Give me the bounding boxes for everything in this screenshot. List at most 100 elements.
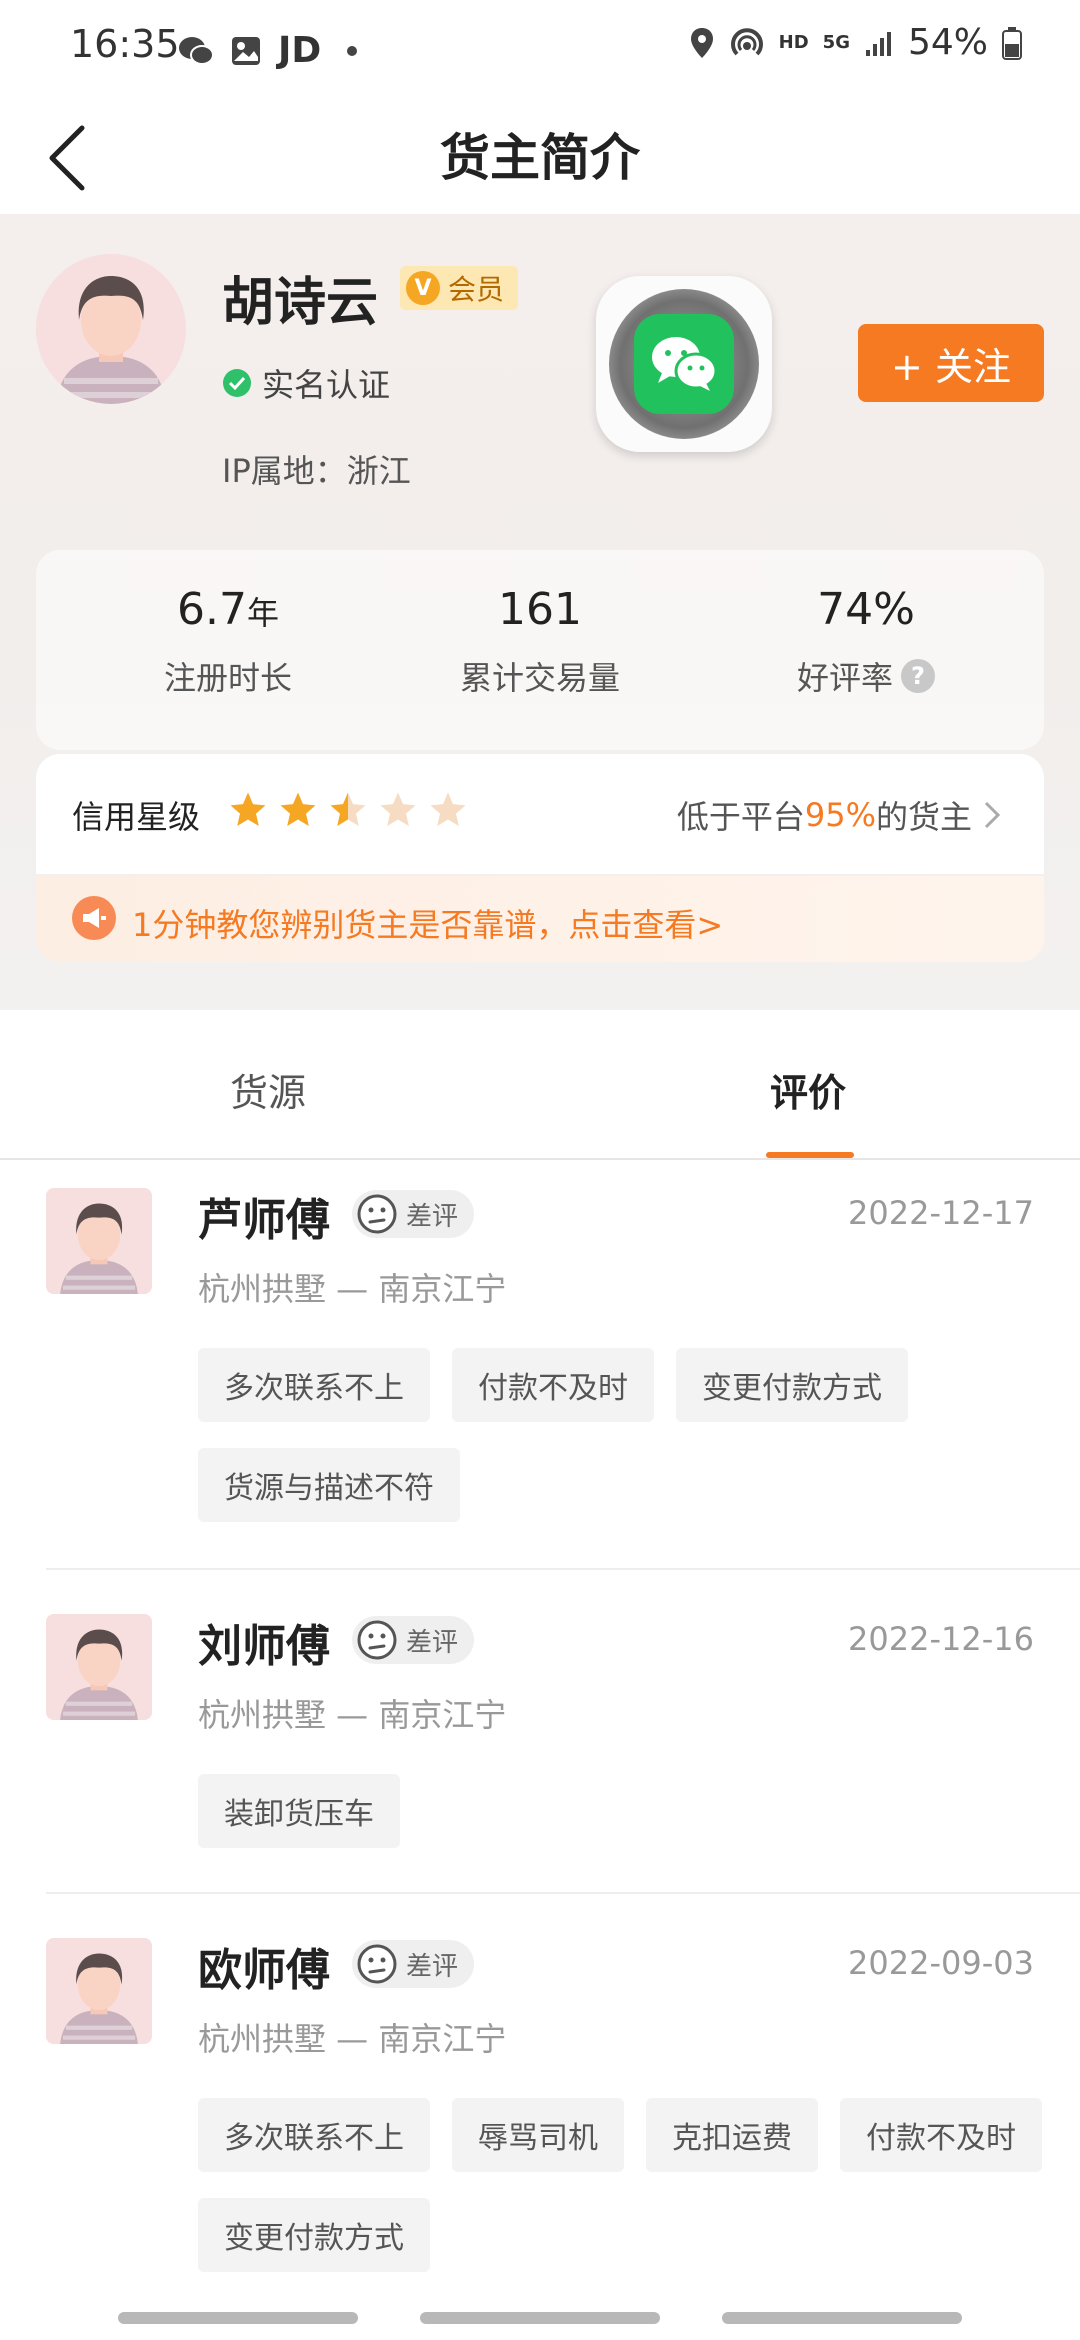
stat-label: 好评率 — [796, 659, 893, 697]
reviewer-avatar[interactable] — [46, 1614, 152, 1720]
reviewer-name: 芦师傅 — [198, 1195, 330, 1246]
status-time: 16:35 — [70, 22, 180, 66]
review-date: 2022-09-03 — [848, 1944, 1034, 1982]
review-divider — [46, 1892, 1080, 1894]
review-tags: 装卸货压车 — [198, 1774, 1048, 1848]
default-avatar-icon — [46, 1614, 152, 1720]
review-tag: 货源与描述不符 — [198, 1448, 460, 1522]
reviewer-avatar[interactable] — [46, 1938, 152, 2044]
chevron-right-icon — [984, 801, 1001, 829]
review-tag: 辱骂司机 — [452, 2098, 624, 2172]
vip-badge[interactable]: V 会员 — [400, 266, 519, 310]
review-route: 杭州拱墅 — 南京江宁 — [198, 1696, 507, 1734]
stat-value: 74% — [817, 584, 915, 635]
compare-suffix: 的货主 — [875, 798, 972, 836]
hd-indicator: HD — [778, 32, 809, 53]
verification-status: 实名认证 — [222, 360, 390, 406]
follow-button[interactable]: + 关注 — [858, 324, 1044, 402]
status-bar: 16:35 JD HD 5G 54% — [0, 0, 1080, 100]
network-type: 5G — [822, 32, 850, 53]
shipper-profile: 胡诗云 V 会员 实名认证 IP属地：浙江 + 关注 6.7年 注册时长 161… — [0, 214, 1080, 1010]
check-circle-icon — [223, 369, 251, 397]
megaphone-icon — [72, 896, 116, 940]
star-icon — [328, 790, 368, 834]
review-divider — [46, 1568, 1080, 1570]
review-tag: 变更付款方式 — [198, 2198, 430, 2272]
tab-bar: 货源 评价 — [0, 1010, 1080, 1160]
review-date: 2022-12-16 — [848, 1620, 1034, 1658]
wechat-notification-icon — [178, 35, 214, 67]
credit-rating-row[interactable]: 信用星级 低于平台 95% 的货主 — [36, 754, 1044, 874]
stats-card: 6.7年 注册时长 161 累计交易量 74% 好评率? — [36, 550, 1044, 750]
compare-prefix: 低于平台 — [676, 798, 805, 836]
signal-icon — [864, 28, 894, 58]
rating-badge: 差评 — [352, 1616, 475, 1664]
rating-badge-label: 差评 — [406, 1627, 459, 1658]
stat-positive-rate: 74% 好评率? — [716, 584, 1016, 699]
unhappy-face-icon — [357, 1620, 397, 1660]
default-avatar-icon — [46, 1938, 152, 2044]
verified-label: 实名认证 — [262, 366, 391, 404]
review-tags: 多次联系不上 辱骂司机 克扣运费 付款不及时变更付款方式 — [198, 2098, 1048, 2272]
unhappy-face-icon — [357, 1944, 397, 1984]
rating-badge-label: 差评 — [406, 1951, 459, 1982]
ip-location: IP属地：浙江 — [222, 452, 411, 490]
stat-registration: 6.7年 注册时长 — [78, 584, 378, 699]
review-tag: 多次联系不上 — [198, 2098, 430, 2172]
review-route: 杭州拱墅 — 南京江宁 — [198, 2020, 507, 2058]
rating-badge: 差评 — [352, 1940, 475, 1988]
stat-transactions: 161 累计交易量 — [390, 584, 690, 699]
stat-label: 注册时长 — [163, 659, 292, 697]
vip-label: 会员 — [448, 273, 505, 306]
rating-badge: 差评 — [352, 1190, 475, 1238]
back-nav-pill[interactable] — [722, 2312, 962, 2324]
location-icon — [689, 26, 715, 60]
default-avatar-icon — [46, 1188, 152, 1294]
stat-label: 累计交易量 — [459, 659, 620, 697]
wechat-contact-button[interactable] — [596, 276, 772, 452]
review-tag: 装卸货压车 — [198, 1774, 400, 1848]
review-tag: 克扣运费 — [646, 2098, 818, 2172]
tab-cargo-source[interactable]: 货源 — [230, 1062, 306, 1117]
default-avatar-icon — [36, 254, 186, 404]
review-tags: 多次联系不上 付款不及时 变更付款方式 货源与描述不符 — [198, 1348, 1048, 1522]
active-tab-indicator — [766, 1152, 854, 1158]
unhappy-face-icon — [357, 1194, 397, 1234]
battery-icon — [1002, 26, 1022, 60]
gallery-notification-icon — [230, 35, 262, 67]
system-nav-bar — [0, 2290, 1080, 2340]
hotspot-icon — [729, 26, 765, 60]
review-tag: 付款不及时 — [452, 1348, 654, 1422]
wechat-ring — [609, 289, 759, 439]
review-tag: 变更付款方式 — [676, 1348, 908, 1422]
battery-percent: 54% — [907, 22, 988, 63]
rating-badge-label: 差评 — [406, 1201, 459, 1232]
star-icon — [378, 790, 418, 834]
shipper-name: 胡诗云 — [222, 273, 379, 333]
review-route: 杭州拱墅 — 南京江宁 — [198, 1270, 507, 1308]
vip-crown-icon: V — [406, 271, 440, 305]
credit-label: 信用星级 — [72, 798, 201, 836]
star-rating — [228, 790, 468, 834]
tip-banner[interactable]: 1分钟教您辨别货主是否靠谱，点击查看> — [36, 876, 1044, 962]
tab-reviews[interactable]: 评价 — [770, 1062, 846, 1117]
stat-value: 161 — [498, 584, 582, 635]
wechat-icon — [634, 314, 734, 414]
reviewer-name: 欧师傅 — [198, 1945, 330, 1996]
star-icon — [228, 790, 268, 834]
review-tag: 付款不及时 — [840, 2098, 1042, 2172]
reviewer-avatar[interactable] — [46, 1188, 152, 1294]
top-nav: 货主简介 — [0, 100, 1080, 214]
notification-icons: JD — [178, 30, 358, 71]
stat-value: 6.7 — [177, 584, 247, 635]
avatar[interactable] — [36, 254, 186, 404]
jd-app-label: JD — [278, 30, 322, 71]
stat-unit: 年 — [246, 594, 279, 632]
credit-comparison: 低于平台 95% 的货主 — [677, 792, 1004, 838]
recents-nav-pill[interactable] — [118, 2312, 358, 2324]
home-nav-pill[interactable] — [420, 2312, 660, 2324]
review-date: 2022-12-17 — [848, 1194, 1034, 1232]
star-icon — [278, 790, 318, 834]
help-icon[interactable]: ? — [901, 659, 935, 693]
page-title: 货主简介 — [440, 129, 640, 187]
